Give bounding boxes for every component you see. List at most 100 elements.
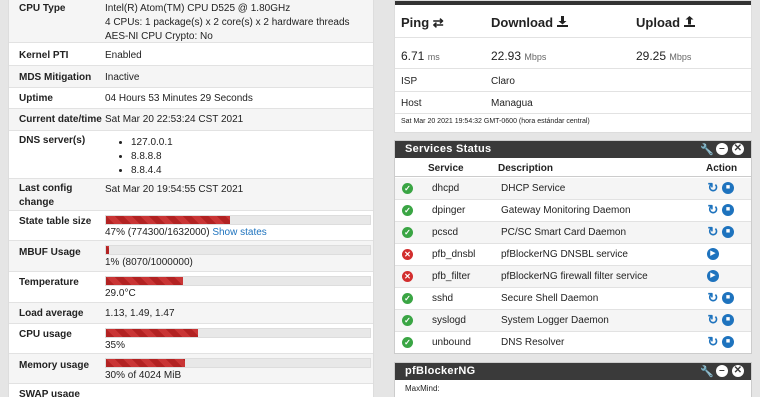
restart-icon[interactable]: ↻ xyxy=(707,291,719,304)
col-description: Description xyxy=(498,163,554,174)
cpu-type-value: Intel(R) Atom(TM) CPU D525 @ 1.80GHz 4 C… xyxy=(105,2,350,44)
dns-value: 127.0.0.1 8.8.8.8 8.8.4.4 xyxy=(105,136,173,178)
table-row: ✓ dhcpd DHCP Service ↻ ■ xyxy=(395,178,751,200)
cpu-usage-row: CPU usage 35% xyxy=(9,324,373,354)
table-row: ✓ unbound DNS Resolver ↻ ■ xyxy=(395,332,751,354)
isp-label: ISP xyxy=(401,76,418,87)
x-circle-icon: ✕ xyxy=(402,271,413,282)
close-icon[interactable]: ✕ xyxy=(732,365,744,377)
download-heading: Download xyxy=(491,15,568,30)
speedtest-timestamp: Sat Mar 20 2021 19:54:32 GMT-0600 (hora … xyxy=(401,118,590,125)
table-row: ✓ dpinger Gateway Monitoring Daemon ↻ ■ xyxy=(395,200,751,222)
state-table-bar xyxy=(105,215,371,225)
service-description: System Logger Daemon xyxy=(501,315,609,326)
cpu-type-row: CPU Type Intel(R) Atom(TM) CPU D525 @ 1.… xyxy=(9,0,373,44)
services-status-title: Services Status xyxy=(405,143,492,155)
stop-icon[interactable]: ■ xyxy=(722,182,734,194)
upload-unit: Mbps xyxy=(669,52,692,62)
last-config-value: Sat Mar 20 19:54:55 CST 2021 xyxy=(105,184,244,195)
table-row: ✓ pcscd PC/SC Smart Card Daemon ↻ ■ xyxy=(395,222,751,244)
minimize-icon[interactable]: – xyxy=(716,365,728,377)
swap-usage-label: SWAP usage xyxy=(19,389,80,397)
stop-icon[interactable]: ■ xyxy=(722,204,734,216)
check-circle-icon: ✓ xyxy=(402,183,413,194)
ping-value: 6.71 xyxy=(401,49,425,63)
restart-icon[interactable]: ↻ xyxy=(707,313,719,326)
mbuf-bar xyxy=(105,245,371,255)
cpu-usage-value: 35% xyxy=(105,340,126,351)
service-name: pcscd xyxy=(432,227,459,238)
mds-row: MDS Mitigation Inactive xyxy=(9,66,373,88)
dns-server-item: 127.0.0.1 xyxy=(131,136,173,150)
play-icon[interactable]: ▶ xyxy=(707,270,719,282)
check-circle-icon: ✓ xyxy=(402,205,413,216)
memory-usage-bar xyxy=(105,358,371,368)
cpu-type-label: CPU Type xyxy=(19,3,66,14)
cpu-crypto: AES-NI CPU Crypto: No xyxy=(105,31,213,42)
restart-icon[interactable]: ↻ xyxy=(707,181,719,194)
download-value: 22.93 xyxy=(491,49,522,63)
state-table-bar-fill xyxy=(106,216,231,224)
pfblockerng-header: pfBlockerNG 🔧 – ✕ xyxy=(395,363,751,380)
service-description: PC/SC Smart Card Daemon xyxy=(501,227,627,238)
upload-value: 29.25 xyxy=(636,49,667,63)
restart-icon[interactable]: ↻ xyxy=(707,335,719,348)
speedtest-header-edge xyxy=(395,1,751,5)
temperature-label: Temperature xyxy=(19,277,79,288)
state-table-text: 47% (774300/1632000) xyxy=(105,227,210,238)
temperature-value: 29.0°C xyxy=(105,288,136,299)
close-icon[interactable]: ✕ xyxy=(732,143,744,155)
kernel-pti-value: Enabled xyxy=(105,50,142,61)
service-description: pfBlockerNG DNSBL service xyxy=(501,249,628,260)
wrench-icon[interactable]: 🔧 xyxy=(700,364,714,381)
ping-unit: ms xyxy=(427,52,440,62)
dns-row: DNS server(s) 127.0.0.1 8.8.8.8 8.8.4.4 xyxy=(9,131,373,179)
cpu-usage-label: CPU usage xyxy=(19,329,72,340)
ping-heading: Ping ⇄ xyxy=(401,15,444,31)
wrench-icon[interactable]: 🔧 xyxy=(700,142,714,159)
cpu-usage-bar xyxy=(105,328,371,338)
dns-server-item: 8.8.4.4 xyxy=(131,164,173,178)
state-table-value: 47% (774300/1632000) Show states xyxy=(105,226,267,240)
download-result: 22.93 Mbps xyxy=(491,49,546,63)
services-table-header: Service Description Action xyxy=(395,159,751,177)
upload-label: Upload xyxy=(636,15,681,30)
host-value: Managua xyxy=(491,98,533,109)
divider xyxy=(395,113,751,114)
service-description: Gateway Monitoring Daemon xyxy=(501,205,631,216)
mds-label: MDS Mitigation xyxy=(19,72,92,83)
mbuf-row: MBUF Usage 1% (8070/1000000) xyxy=(9,241,373,272)
check-circle-icon: ✓ xyxy=(402,315,413,326)
temperature-row: Temperature 29.0°C xyxy=(9,272,373,303)
restart-icon[interactable]: ↻ xyxy=(707,225,719,238)
restart-icon[interactable]: ↻ xyxy=(707,203,719,216)
x-circle-icon: ✕ xyxy=(402,249,413,260)
check-circle-icon: ✓ xyxy=(402,337,413,348)
load-average-label: Load average xyxy=(19,308,84,319)
show-states-link[interactable]: Show states xyxy=(212,227,266,238)
stop-icon[interactable]: ■ xyxy=(722,314,734,326)
pfblockerng-title: pfBlockerNG xyxy=(405,365,476,377)
cpu-cores: 4 CPUs: 1 package(s) x 2 core(s) x 2 har… xyxy=(105,17,350,28)
stop-icon[interactable]: ■ xyxy=(722,292,734,304)
minimize-icon[interactable]: – xyxy=(716,143,728,155)
mbuf-label: MBUF Usage xyxy=(19,247,81,258)
stop-icon[interactable]: ■ xyxy=(722,226,734,238)
divider xyxy=(395,37,751,38)
service-description: DHCP Service xyxy=(501,183,566,194)
stop-icon[interactable]: ■ xyxy=(722,336,734,348)
play-icon[interactable]: ▶ xyxy=(707,248,719,260)
memory-usage-label: Memory usage xyxy=(19,360,90,371)
host-label: Host xyxy=(401,98,422,109)
uptime-label: Uptime xyxy=(19,93,53,104)
kernel-pti-label: Kernel PTI xyxy=(19,50,69,61)
check-circle-icon: ✓ xyxy=(402,293,413,304)
temperature-bar xyxy=(105,276,371,286)
load-average-row: Load average 1.13, 1.49, 1.47 xyxy=(9,303,373,324)
cpu-usage-bar-fill xyxy=(106,329,199,337)
upload-result: 29.25 Mbps xyxy=(636,49,691,63)
download-unit: Mbps xyxy=(524,52,547,62)
datetime-value: Sat Mar 20 22:53:24 CST 2021 xyxy=(105,114,244,125)
divider xyxy=(395,68,751,69)
ping-result: 6.71 ms xyxy=(401,49,440,63)
